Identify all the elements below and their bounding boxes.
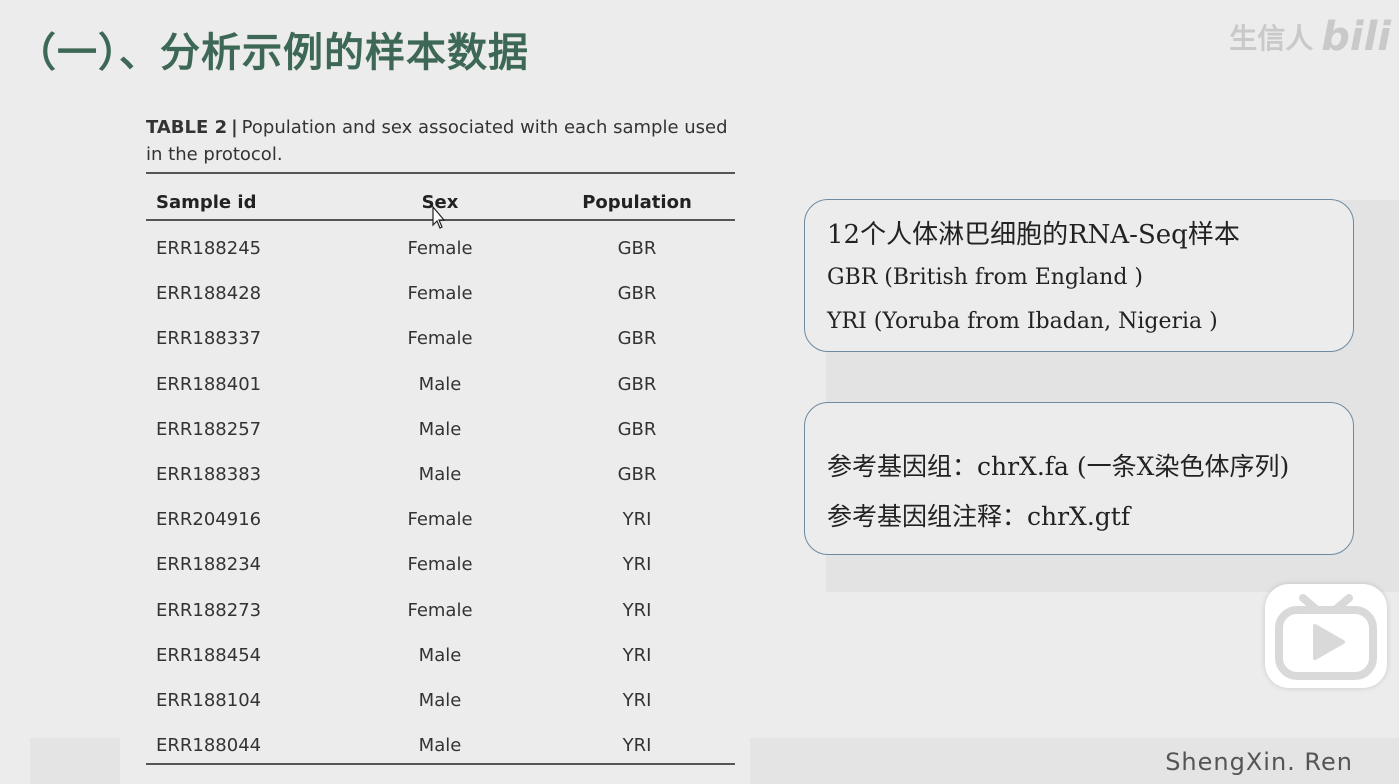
table-caption: TABLE 2 | Population and sex associated wi… <box>146 114 736 168</box>
slide-title: （一）、分析示例的样本数据 <box>16 30 529 76</box>
cell-sample-id: ERR188245 <box>156 238 262 259</box>
table-row: ERR188104 Male YRI <box>146 679 735 724</box>
cell-sample-id: ERR188104 <box>156 689 262 711</box>
info-box-reference-annotation: 参考基因组注释：chrX.gtf <box>827 502 1131 531</box>
info-box-samples-title: 12个人体淋巴细胞的RNA-Seq样本 <box>827 220 1240 250</box>
cell-sample-id: ERR188454 <box>156 644 262 666</box>
table-top-rule <box>146 172 735 174</box>
table-row: ERR188273 Female YRI <box>146 589 735 634</box>
footer-brand: ShengXin. Ren <box>1165 748 1353 776</box>
cell-sex: Female <box>407 283 473 305</box>
cell-population: GBR <box>617 238 657 259</box>
cell-population: YRI <box>622 599 652 621</box>
cell-sex: Male <box>418 463 462 485</box>
table-caption-separator: | <box>231 117 238 138</box>
cell-population: YRI <box>622 735 652 757</box>
table-row: ERR188257 Male GBR <box>146 408 735 453</box>
info-box-samples: 12个人体淋巴细胞的RNA-Seq样本 GBR (British from En… <box>804 199 1354 352</box>
table-row: ERR188234 Female YRI <box>146 543 735 588</box>
table-row: ERR188401 Male GBR <box>146 363 735 408</box>
cell-population: YRI <box>622 689 652 711</box>
watermark-text: 生信人 <box>1229 22 1314 55</box>
cell-population: GBR <box>617 328 657 350</box>
watermark: 生信人 bili <box>1229 14 1391 60</box>
mouse-pointer-icon <box>432 205 446 234</box>
cell-sex: Male <box>418 373 462 395</box>
cell-sex: Female <box>407 238 473 259</box>
cell-population: GBR <box>617 463 657 485</box>
bilibili-logo: bili <box>1321 14 1391 60</box>
info-box-samples-yri: YRI (Yoruba from Ibadan, Nigeria ) <box>827 309 1218 334</box>
cell-population: GBR <box>617 283 657 305</box>
bilibili-tv-play-icon[interactable] <box>1265 584 1387 688</box>
cell-sample-id: ERR188257 <box>156 418 262 440</box>
cell-sample-id: ERR188428 <box>156 283 262 305</box>
cell-sample-id: ERR204916 <box>156 509 262 531</box>
cell-sex: Female <box>407 509 473 531</box>
cell-sample-id: ERR188234 <box>156 554 262 576</box>
column-header-sample-id: Sample id <box>156 192 257 213</box>
table-row: ERR188383 Male GBR <box>146 453 735 498</box>
cell-sample-id: ERR188401 <box>156 373 262 395</box>
table-bottom-rule <box>146 763 735 765</box>
cell-population: YRI <box>622 554 652 576</box>
cell-sample-id: ERR188337 <box>156 328 262 350</box>
cell-sample-id: ERR188044 <box>156 735 262 757</box>
cell-sex: Male <box>418 644 462 666</box>
column-header-population: Population <box>582 192 692 213</box>
cell-sample-id: ERR188383 <box>156 463 262 485</box>
table-row: ERR188428 Female GBR <box>146 272 735 317</box>
cell-sex: Male <box>418 735 462 757</box>
cell-sex: Male <box>418 689 462 711</box>
cell-population: GBR <box>617 373 657 395</box>
table-row: ERR204916 Female YRI <box>146 498 735 543</box>
info-box-samples-gbr: GBR (British from England ) <box>827 265 1143 290</box>
cell-sex: Female <box>407 328 473 350</box>
cell-sex: Female <box>407 554 473 576</box>
cell-population: YRI <box>622 644 652 666</box>
cell-sex: Female <box>407 599 473 621</box>
cell-population: YRI <box>622 509 652 531</box>
cell-sex: Male <box>418 418 462 440</box>
cell-population: GBR <box>617 418 657 440</box>
table-row: ERR188337 Female GBR <box>146 317 735 362</box>
info-box-reference-genome: 参考基因组：chrX.fa (一条X染色体序列) <box>827 452 1290 481</box>
info-box-reference: 参考基因组：chrX.fa (一条X染色体序列) 参考基因组注释：chrX.gt… <box>804 402 1354 555</box>
cell-sample-id: ERR188273 <box>156 599 262 621</box>
table-row: ERR188454 Male YRI <box>146 634 735 679</box>
table-body: ERR188245 Female GBR ERR188428 Female GBR ER… <box>146 227 735 769</box>
table-caption-label: TABLE 2 <box>146 117 228 138</box>
